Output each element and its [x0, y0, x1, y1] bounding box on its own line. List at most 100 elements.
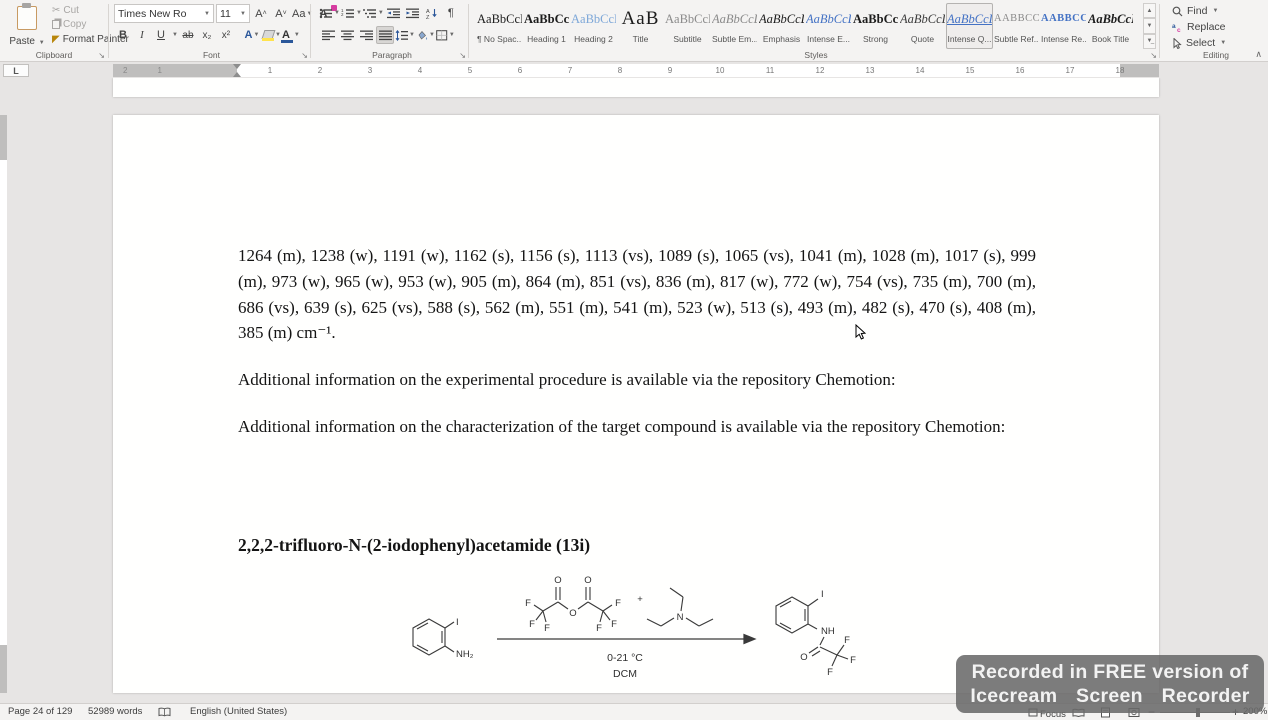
- style-item[interactable]: AaBbCcE Heading 2: [570, 3, 617, 49]
- align-center-icon: [340, 30, 354, 40]
- reactant-2-iodoaniline: [412, 618, 455, 656]
- line-spacing-button[interactable]: ▼: [395, 26, 415, 44]
- cut-button[interactable]: ✂ Cut: [52, 5, 79, 16]
- collapse-ribbon-button[interactable]: ∧: [1255, 49, 1262, 60]
- bullets-button[interactable]: ▼: [319, 4, 340, 22]
- ruler-numbers: 1 2 3 4 5 6 7 8 9 10 11 12 13 14 15 16 17 18: [267, 66, 1125, 75]
- align-left-button[interactable]: [319, 26, 337, 44]
- justify-icon: [378, 30, 392, 40]
- clipboard-group: Paste ▼ ✂ Cut Copy ◤ Format Painter Clipbo…: [0, 0, 129, 62]
- replace-icon: ac: [1172, 23, 1181, 33]
- hanging-indent-marker[interactable]: [233, 72, 241, 77]
- proofing-status-button[interactable]: [158, 704, 171, 720]
- increase-indent-icon: [406, 8, 420, 18]
- styles-scroll-down-button[interactable]: ▼: [1143, 18, 1156, 34]
- styles-scroll-up-button[interactable]: ▲: [1143, 3, 1156, 19]
- replace-button[interactable]: ac Replace: [1172, 21, 1226, 33]
- align-center-button[interactable]: [338, 26, 356, 44]
- compound-heading: 2,2,2-trifluoro-N-(2-iodophenyl)acetamid…: [238, 535, 591, 555]
- numbering-button[interactable]: 1 2 ▼: [341, 4, 362, 22]
- style-item[interactable]: AaBbCcD Emphasis: [758, 3, 805, 49]
- sort-button[interactable]: AZ: [423, 4, 441, 22]
- increase-indent-button[interactable]: [404, 4, 422, 22]
- style-item[interactable]: AABBCCD Intense Re...: [1040, 3, 1087, 49]
- fluorine-label: F: [544, 623, 550, 634]
- styles-group-label: Styles: [804, 50, 828, 60]
- paragraph-dialog-launcher[interactable]: ↘: [459, 51, 466, 60]
- superscript-button[interactable]: x²: [217, 26, 235, 44]
- justify-button[interactable]: [376, 26, 394, 44]
- borders-button[interactable]: ▼: [436, 26, 455, 44]
- vertical-ruler[interactable]: [0, 115, 7, 693]
- text-effects-button[interactable]: A ▼: [243, 26, 261, 44]
- underline-chevron-icon[interactable]: ▼: [172, 32, 178, 38]
- clipboard-dialog-launcher[interactable]: ↘: [98, 51, 105, 60]
- shading-button[interactable]: ▼: [416, 26, 435, 44]
- style-item[interactable]: AaBbCcD Book Title: [1087, 3, 1134, 49]
- amine-label: NH₂: [456, 649, 474, 660]
- font-size-combo[interactable]: 11 ▼: [216, 4, 250, 23]
- svg-text:a: a: [1172, 23, 1176, 30]
- reaction-solvent: DCM: [613, 668, 637, 680]
- font-color-button[interactable]: A ▼: [280, 26, 300, 44]
- highlight-button[interactable]: ▼: [261, 26, 281, 44]
- paste-button[interactable]: Paste ▼: [6, 3, 48, 50]
- subscript-button[interactable]: x₂: [198, 26, 216, 44]
- document-page[interactable]: 1264 (m), 1238 (w), 1191 (w), 1162 (s), …: [113, 115, 1159, 693]
- fluorine-label: F: [525, 598, 531, 609]
- find-button[interactable]: Find ▼: [1172, 5, 1218, 17]
- bold-button[interactable]: B: [114, 26, 132, 44]
- style-item[interactable]: AaBbCcD Subtitle: [664, 3, 711, 49]
- align-right-icon: [359, 30, 373, 40]
- styles-more-button[interactable]: ▼̲: [1143, 33, 1156, 49]
- select-button[interactable]: Select ▼: [1172, 37, 1226, 49]
- word-count[interactable]: 52989 words: [88, 704, 142, 720]
- styles-group: AaBbCcI ¶ No Spac... AaBbCcl Heading 1 A…: [472, 0, 1160, 62]
- page-indicator[interactable]: Page 24 of 129: [8, 704, 72, 720]
- style-item[interactable]: AaBbCcL Intense Q...: [946, 3, 993, 49]
- show-hide-paragraph-button[interactable]: ¶: [442, 4, 460, 22]
- nitrogen-label: N: [677, 612, 684, 623]
- styles-dialog-launcher[interactable]: ↘: [1150, 51, 1157, 60]
- align-right-button[interactable]: [357, 26, 375, 44]
- shrink-font-button[interactable]: A ˅: [272, 5, 290, 23]
- style-item[interactable]: AaB Title: [617, 3, 664, 49]
- editing-group: Find ▼ ac Replace Select ▼ Editing ∧: [1164, 0, 1268, 62]
- fluorine-label: F: [827, 667, 833, 678]
- select-arrow-icon: [1173, 37, 1182, 49]
- amide-nh-label: NH: [821, 626, 835, 637]
- svg-text:Z: Z: [426, 15, 430, 19]
- first-line-indent-marker[interactable]: [233, 64, 241, 69]
- grow-font-button[interactable]: A ˄: [252, 5, 270, 23]
- mouse-cursor: [855, 324, 867, 340]
- editing-group-label: Editing: [1203, 50, 1229, 60]
- font-dialog-launcher[interactable]: ↘: [301, 51, 308, 60]
- underline-button[interactable]: U: [152, 26, 170, 44]
- scissors-icon: ✂: [52, 5, 61, 16]
- horizontal-ruler[interactable]: 21 1 2 3 4 5 6 7 8 9 10 11 12 13 14 15 16 17 18: [113, 64, 1159, 77]
- style-item[interactable]: AaBbCcD Subtle Em...: [711, 3, 758, 49]
- font-name-combo[interactable]: Times New Ro ▼: [114, 4, 214, 23]
- style-item[interactable]: AaBbCcD Intense E...: [805, 3, 852, 49]
- strikethrough-button[interactable]: ab: [179, 26, 197, 44]
- watermark-line1: Recorded in FREE version of: [971, 661, 1249, 683]
- document-area[interactable]: 1264 (m), 1238 (w), 1191 (w), 1162 (s), …: [0, 78, 1268, 703]
- style-item[interactable]: AABBCCD Subtle Ref...: [993, 3, 1040, 49]
- reaction-temperature: 0-21 °C: [607, 652, 643, 664]
- multilevel-list-button[interactable]: ▼: [362, 4, 384, 22]
- style-item[interactable]: AaBbCcI ¶ No Spac...: [476, 3, 523, 49]
- tab-stop-selector[interactable]: L: [3, 64, 29, 77]
- style-item[interactable]: AaBbCcD Strong: [852, 3, 899, 49]
- copy-button[interactable]: Copy: [52, 19, 86, 30]
- language-indicator[interactable]: English (United States): [190, 704, 287, 720]
- iodine-label: I: [456, 617, 459, 628]
- font-group: Times New Ro▼ 11▼ A˄ A˅ Aa▼ A B I U▼ ab …: [112, 0, 338, 62]
- style-item[interactable]: AaBbCcl Heading 1: [523, 3, 570, 49]
- chevron-down-icon: ▼: [38, 40, 45, 46]
- characterization-info-paragraph: Additional information on the characteri…: [238, 417, 1006, 436]
- decrease-indent-button[interactable]: [385, 4, 403, 22]
- highlighter-icon: [261, 30, 274, 41]
- plus-sign: +: [637, 594, 643, 605]
- style-item[interactable]: AaBbCcL Quote: [899, 3, 946, 49]
- italic-button[interactable]: I: [133, 26, 151, 44]
